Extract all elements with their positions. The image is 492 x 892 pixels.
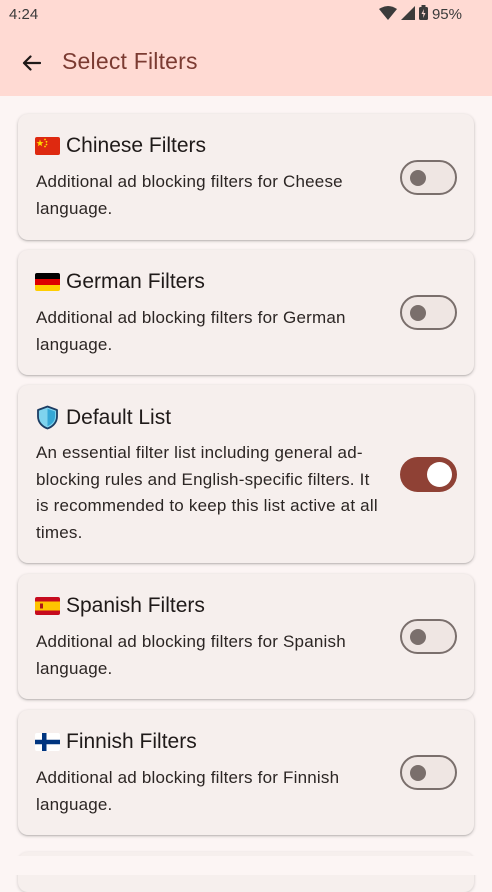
toggle-knob bbox=[410, 629, 426, 645]
app-bar: Select Filters bbox=[0, 28, 492, 96]
filter-title-text: Finnish Filters bbox=[66, 730, 197, 753]
filter-card-title: Spanish Filters bbox=[35, 594, 205, 618]
germany-flag-icon bbox=[35, 273, 60, 291]
filter-card-title: Finnish Filters bbox=[35, 730, 197, 754]
spain-flag-icon bbox=[35, 597, 60, 615]
china-flag-icon bbox=[35, 137, 60, 155]
filter-description: Additional ad blocking filters for Finni… bbox=[36, 768, 340, 814]
arrow-back-icon bbox=[22, 55, 41, 71]
filter-description: Additional ad blocking filters for Germa… bbox=[36, 308, 346, 354]
back-button[interactable] bbox=[14, 46, 48, 80]
shield-icon bbox=[35, 405, 60, 430]
status-bar: 4:24 95% bbox=[0, 0, 492, 28]
filter-toggle-spanish[interactable] bbox=[400, 619, 457, 654]
filter-title-text: Spanish Filters bbox=[66, 594, 205, 617]
filter-title-text: Chinese Filters bbox=[66, 134, 207, 157]
status-icons bbox=[379, 5, 428, 20]
toggle-knob bbox=[410, 765, 426, 781]
battery-percentage: 95% bbox=[431, 6, 462, 23]
toggle-knob bbox=[427, 462, 452, 487]
wifi-icon bbox=[379, 5, 397, 20]
filter-description: Additional ad blocking filters for Chees… bbox=[36, 172, 343, 218]
filter-card-default: Default List An essential filter list in… bbox=[18, 385, 474, 563]
battery-icon bbox=[419, 5, 428, 20]
filter-card-title: Default List bbox=[35, 405, 171, 430]
filter-toggle-default[interactable] bbox=[400, 457, 457, 492]
filter-toggle-german[interactable] bbox=[400, 295, 457, 330]
status-time: 4:24 bbox=[9, 6, 39, 23]
toggle-knob bbox=[410, 305, 426, 321]
filter-toggle-chinese[interactable] bbox=[400, 160, 457, 195]
filter-card-finnish: Finnish Filters Additional ad blocking f… bbox=[18, 710, 474, 835]
list-bottom-edge bbox=[0, 856, 492, 875]
filter-description: An essential filter list including gener… bbox=[36, 443, 378, 542]
toggle-knob bbox=[410, 170, 426, 186]
filter-title-text: German Filters bbox=[66, 270, 205, 293]
cell-signal-icon bbox=[401, 5, 415, 20]
filter-card-title: German Filters bbox=[35, 270, 205, 294]
filter-description: Additional ad blocking filters for Spani… bbox=[36, 632, 346, 678]
page-title: Select Filters bbox=[62, 48, 198, 74]
filter-card-german: German Filters Additional ad blocking fi… bbox=[18, 250, 474, 375]
filter-title-text: Default List bbox=[66, 405, 172, 429]
finland-flag-icon bbox=[35, 733, 60, 751]
filter-card-chinese: Chinese Filters Additional ad blocking f… bbox=[18, 114, 474, 240]
filter-card-title: Chinese Filters bbox=[35, 134, 206, 158]
filter-card-spanish: Spanish Filters Additional ad blocking f… bbox=[18, 574, 474, 699]
filter-toggle-finnish[interactable] bbox=[400, 755, 457, 790]
